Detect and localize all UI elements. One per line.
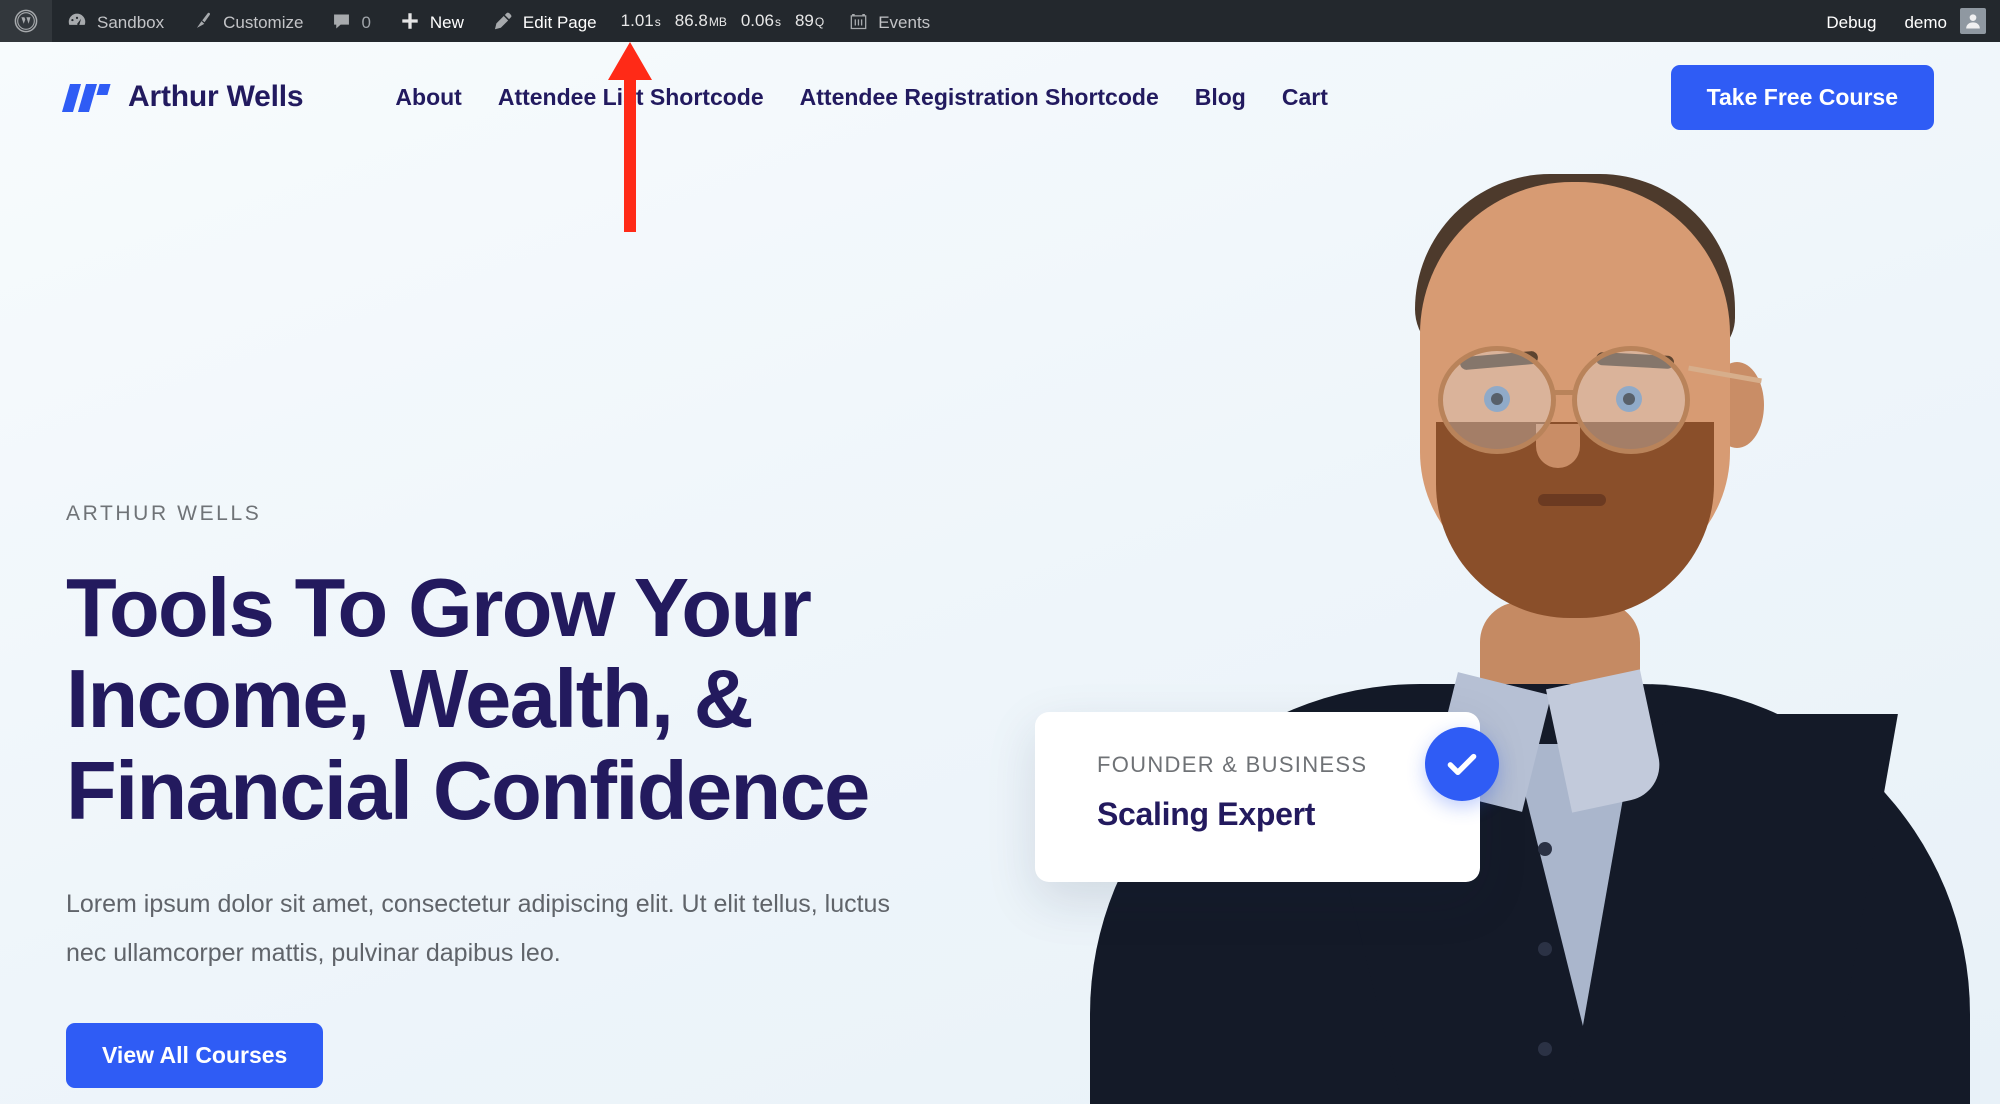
admin-bar-new-content[interactable]: New — [385, 0, 478, 42]
hero-eyebrow: ARTHUR WELLS — [66, 502, 262, 525]
admin-bar-right-group: Debug demo — [1812, 0, 2000, 42]
wordpress-icon — [14, 9, 38, 33]
site-title: Arthur Wells — [128, 80, 304, 113]
hero-portrait-image — [1060, 42, 2000, 1104]
site-logo-link[interactable]: Arthur Wells — [61, 80, 304, 114]
admin-bar-sandbox-label: Sandbox — [97, 12, 165, 32]
page-title: Tools To Grow Your Income, Wealth, & Fin… — [66, 561, 870, 837]
admin-bar-customize[interactable]: Customize — [178, 0, 317, 42]
comment-bubble-icon — [331, 11, 352, 32]
admin-bar-new-label: New — [429, 12, 464, 32]
hero-description: Lorem ipsum dolor sit amet, consectetur … — [66, 889, 890, 967]
wordpress-admin-bar: Sandbox Customize 0 New Edit Page 1.01 s… — [0, 0, 2000, 42]
admin-bar-debug-label: Debug — [1826, 12, 1877, 32]
admin-bar-account[interactable]: demo — [1890, 0, 2000, 42]
site-header: Arthur Wells About Attendee List Shortco… — [0, 42, 2000, 152]
metric-query-count: 89 Q — [794, 11, 825, 30]
admin-bar-edit-page[interactable]: Edit Page — [478, 0, 611, 42]
admin-bar-edit-page-label: Edit Page — [522, 12, 597, 32]
admin-bar-user-label: demo — [1904, 12, 1947, 32]
info-card-value: Scaling Expert — [1097, 796, 1316, 832]
hero-section: ARTHUR WELLS Tools To Grow Your Income, … — [0, 42, 2000, 1104]
metric-load-time: 1.01 s — [620, 11, 661, 30]
admin-bar-events[interactable]: Events — [834, 0, 944, 42]
admin-bar-spacer — [944, 0, 1812, 42]
metric-memory: 86.8 MB — [674, 11, 727, 30]
take-free-course-button[interactable]: Take Free Course — [1670, 64, 1934, 130]
view-all-courses-button[interactable]: View All Courses — [66, 1023, 324, 1089]
admin-bar-left-group: Sandbox Customize 0 New Edit Page 1.01 s… — [0, 0, 944, 42]
admin-bar-comment-count: 0 — [361, 12, 371, 32]
founder-info-card: FOUNDER & BUSINESS Scaling Expert — [1035, 712, 1480, 882]
nav-item-attendee-list-shortcode[interactable]: Attendee List Shortcode — [498, 84, 764, 111]
calendar-icon — [848, 11, 869, 32]
admin-bar-wordpress-logo[interactable] — [0, 0, 52, 42]
admin-bar-site-name-sandbox[interactable]: Sandbox — [52, 0, 178, 42]
pencil-icon — [492, 10, 514, 32]
check-circle-icon — [1425, 727, 1499, 801]
admin-bar-performance-metrics: 1.01 s 86.8 MB 0.06 s 89 Q — [611, 0, 835, 42]
admin-bar-debug[interactable]: Debug — [1812, 0, 1890, 42]
nav-item-attendee-registration-shortcode[interactable]: Attendee Registration Shortcode — [800, 84, 1159, 111]
header-cta-wrapper: Take Free Course — [1670, 64, 1934, 130]
hero-copy: ARTHUR WELLS Tools To Grow Your Income, … — [66, 502, 996, 1089]
plus-icon — [399, 10, 421, 32]
dashboard-gauge-icon — [66, 10, 88, 32]
primary-navigation: About Attendee List Shortcode Attendee R… — [395, 84, 1327, 111]
nav-item-about[interactable]: About — [395, 84, 461, 111]
admin-bar-events-label: Events — [878, 12, 931, 32]
paintbrush-icon — [192, 10, 214, 32]
admin-bar-comments[interactable]: 0 — [317, 0, 384, 42]
info-card-kicker: FOUNDER & BUSINESS — [1097, 752, 1368, 777]
nav-item-blog[interactable]: Blog — [1195, 84, 1246, 111]
nav-item-cart[interactable]: Cart — [1282, 84, 1328, 111]
metric-query-time: 0.06 s — [740, 11, 781, 30]
w-bars-logo-icon — [61, 82, 112, 112]
user-avatar-icon — [1960, 8, 1986, 34]
admin-bar-customize-label: Customize — [223, 12, 304, 32]
